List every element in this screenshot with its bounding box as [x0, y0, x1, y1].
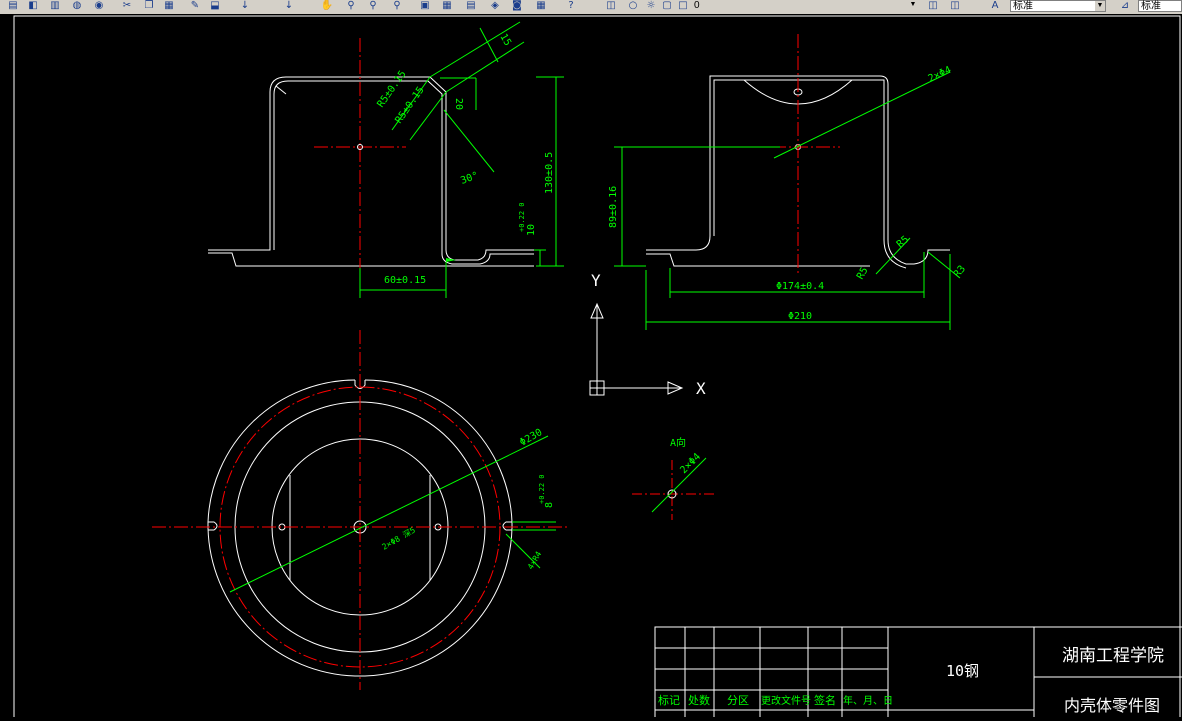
tb-header-3: 更改文件号 — [761, 694, 811, 707]
front-view-centerlines — [314, 38, 406, 275]
tb-header-5: 年、月、日 — [843, 694, 893, 707]
cut-icon[interactable]: ✂ — [120, 0, 134, 12]
side-dim-hole: 2×Φ4 — [927, 65, 953, 85]
sheet-set-icon[interactable]: ◈ — [488, 0, 502, 12]
layer-value: 0 — [694, 0, 700, 11]
print-icon[interactable]: ▥ — [48, 0, 62, 12]
light-bulb-icon[interactable]: ○ — [626, 0, 640, 12]
dim-style-combo[interactable]: 标准 — [1138, 0, 1182, 12]
plan-dim-notch-tol: +0.22 0 — [538, 474, 546, 504]
layer-previous-icon[interactable]: ◫ — [926, 0, 940, 12]
plan-dim-d230: Φ230 — [518, 427, 544, 449]
front-view — [208, 76, 534, 267]
side-view-centerlines — [750, 34, 840, 275]
standard-toolbar: ▤ ◧ ▥ ◍ ◉ ✂ ❐ ▦ ✎ ⬓ ↓ ↓ ✋ ⚲ ⚲ ⚲ ▣ ▦ ▤ ◈ … — [0, 0, 1182, 15]
preview-icon[interactable]: ◍ — [70, 0, 84, 12]
sun-icon[interactable]: ☼ — [644, 0, 658, 12]
front-dim-30deg: 30° — [459, 170, 480, 187]
front-dim-20: 20 — [453, 98, 464, 110]
copy-icon[interactable]: ❐ — [142, 0, 156, 12]
tb-header-0: 标记 — [658, 693, 680, 707]
properties-icon[interactable]: ▣ — [418, 0, 432, 12]
tb-header-4: 签名 — [814, 693, 836, 707]
zoom-icon[interactable]: ⚲ — [344, 0, 358, 12]
paste-icon[interactable]: ▦ — [162, 0, 176, 12]
side-dim-r5b: R5 — [895, 234, 911, 250]
undo-icon[interactable]: ↓ — [238, 0, 252, 12]
tb-material: 10钢 — [946, 662, 979, 680]
tb-part-name: 内壳体零件图 — [1064, 696, 1160, 715]
layer-state-icon[interactable]: ◫ — [948, 0, 962, 12]
tb-school: 湖南工程学院 — [1062, 646, 1164, 666]
chevron-down-icon[interactable]: ▼ — [1095, 1, 1105, 11]
front-dim-width: 60±0.15 — [384, 275, 426, 286]
tb-header-1: 处数 — [688, 694, 710, 707]
side-dim-d174: Φ174±0.4 — [776, 281, 824, 292]
help-icon[interactable]: ? — [564, 0, 578, 12]
color-swatch-icon[interactable]: □ — [676, 0, 690, 12]
view-a-label: A向 — [670, 436, 686, 449]
dim-style-icon[interactable]: ⊿ — [1118, 0, 1132, 12]
plan-view-dimensions — [229, 435, 556, 593]
pan-icon[interactable]: ✋ — [320, 0, 334, 12]
calculator-icon[interactable]: ▦ — [534, 0, 548, 12]
ucs-icon — [589, 302, 684, 396]
plan-dim-notch2: 4×R4 — [526, 550, 544, 571]
open-icon[interactable]: ▤ — [6, 0, 20, 12]
layer-combo[interactable]: 0 ▼ — [692, 0, 918, 12]
tool-palette-icon[interactable]: ▤ — [464, 0, 478, 12]
chevron-down-icon[interactable]: ▼ — [908, 0, 918, 10]
drawing-canvas[interactable]: R5±0.15 R5±0.15 20 30° 15 130±0.5 10 +0.… — [0, 14, 1182, 721]
brush-icon[interactable]: ⬓ — [208, 0, 222, 12]
side-dim-r5a: R5 — [855, 266, 871, 282]
plan-view-centerlines — [152, 330, 570, 690]
front-dim-depth-tol: +0.22 0 — [518, 202, 526, 232]
design-center-icon[interactable]: ▦ — [440, 0, 454, 12]
view-a-hole: 2×Φ4 — [678, 451, 703, 476]
side-dim-r3: R3 — [952, 264, 968, 280]
side-dim-height: 89±0.16 — [608, 186, 619, 228]
match-icon[interactable]: ✎ — [188, 0, 202, 12]
save-icon[interactable]: ◧ — [26, 0, 40, 12]
text-style-icon[interactable]: A — [988, 0, 1002, 12]
text-style-value: 标准 — [1013, 1, 1033, 12]
front-dim-r12: R5±0.15 — [393, 85, 426, 126]
view-a — [632, 457, 714, 520]
markup-icon[interactable]: ◙ — [510, 0, 524, 12]
side-dim-d210: Φ210 — [788, 311, 812, 322]
front-view-dimensions — [359, 21, 564, 298]
front-dim-depth: 10 — [526, 224, 537, 236]
redo-icon[interactable]: ↓ — [282, 0, 296, 12]
zoom-previous-icon[interactable]: ⚲ — [390, 0, 404, 12]
ucs-x-label: X — [696, 379, 706, 398]
layer-manager-icon[interactable]: ◫ — [604, 0, 618, 12]
lock-icon[interactable]: ▢ — [660, 0, 674, 12]
ucs-y-label: Y — [591, 271, 601, 290]
dim-style-value: 标准 — [1141, 1, 1161, 12]
publish-icon[interactable]: ◉ — [92, 0, 106, 12]
plan-dim-hole: 2×Φ8 深5 — [381, 525, 418, 551]
zoom-window-icon[interactable]: ⚲ — [366, 0, 380, 12]
drawing-svg: R5±0.15 R5±0.15 20 30° 15 130±0.5 10 +0.… — [13, 15, 1182, 721]
front-dim-height: 130±0.5 — [544, 152, 555, 194]
tb-header-2: 分区 — [727, 694, 749, 707]
text-style-combo[interactable]: 标准 ▼ — [1010, 0, 1106, 12]
